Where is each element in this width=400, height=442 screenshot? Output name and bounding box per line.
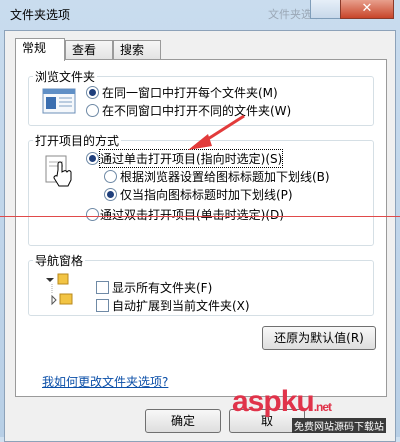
tab-general[interactable]: 常规 [15,38,65,61]
watermark-suffix: .net [313,400,332,414]
annotation-line [0,216,400,217]
dialog-window: 文件夹选项 文件夹选项 ✕ 常规 查看 搜索 浏览文件夹 在同一窗口中打开每个文… [0,0,400,442]
watermark-logo: aspku.net [232,385,332,419]
watermark-subtext: 免费网站源码下载站 [292,418,386,433]
watermark-text: aspku [232,385,315,418]
annotation-arrow [188,114,245,150]
